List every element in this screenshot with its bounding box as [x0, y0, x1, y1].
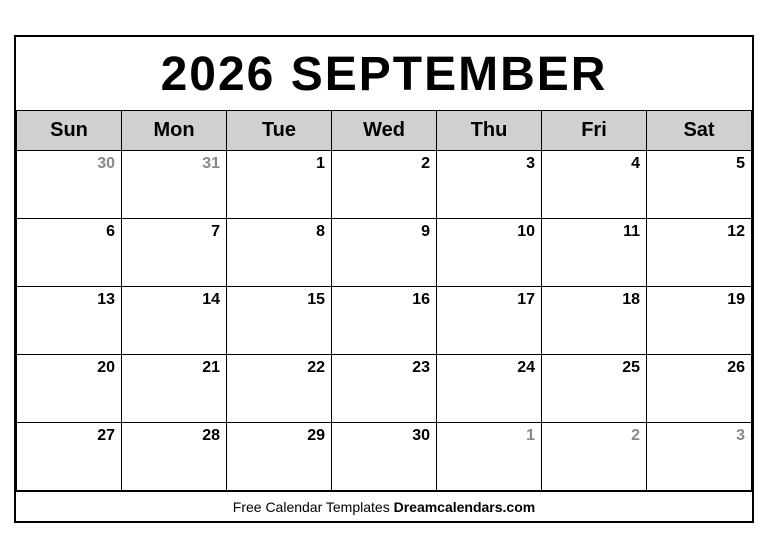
calendar-day-cell[interactable]: 19 — [647, 286, 752, 354]
calendar-day-cell[interactable]: 4 — [542, 150, 647, 218]
calendar-day-cell[interactable]: 28 — [122, 422, 227, 490]
calendar-day-cell[interactable]: 2 — [542, 422, 647, 490]
calendar-week-row-4: 20212223242526 — [17, 354, 752, 422]
calendar-day-cell[interactable]: 26 — [647, 354, 752, 422]
calendar-day-cell[interactable]: 10 — [437, 218, 542, 286]
calendar-day-cell[interactable]: 16 — [332, 286, 437, 354]
calendar-day-cell[interactable]: 3 — [647, 422, 752, 490]
calendar-week-row-2: 6789101112 — [17, 218, 752, 286]
calendar-day-cell[interactable]: 21 — [122, 354, 227, 422]
calendar-day-cell[interactable]: 15 — [227, 286, 332, 354]
footer-brand: Dreamcalendars.com — [394, 499, 536, 515]
calendar-day-cell[interactable]: 12 — [647, 218, 752, 286]
calendar-week-row-5: 27282930123 — [17, 422, 752, 490]
calendar-day-cell[interactable]: 8 — [227, 218, 332, 286]
weekday-header-sun: Sun — [17, 110, 122, 150]
weekday-header-wed: Wed — [332, 110, 437, 150]
calendar-day-cell[interactable]: 17 — [437, 286, 542, 354]
calendar-day-cell[interactable]: 6 — [17, 218, 122, 286]
footer-text: Free Calendar Templates — [233, 499, 394, 515]
calendar-day-cell[interactable]: 3 — [437, 150, 542, 218]
calendar-day-cell[interactable]: 29 — [227, 422, 332, 490]
calendar-day-cell[interactable]: 1 — [437, 422, 542, 490]
calendar-day-cell[interactable]: 27 — [17, 422, 122, 490]
calendar-day-cell[interactable]: 13 — [17, 286, 122, 354]
calendar-day-cell[interactable]: 2 — [332, 150, 437, 218]
calendar-day-cell[interactable]: 23 — [332, 354, 437, 422]
calendar-day-cell[interactable]: 18 — [542, 286, 647, 354]
calendar-title: 2026 SEPTEMBER — [16, 37, 752, 110]
weekday-header-row: SunMonTueWedThuFriSat — [17, 110, 752, 150]
calendar-day-cell[interactable]: 14 — [122, 286, 227, 354]
calendar-day-cell[interactable]: 24 — [437, 354, 542, 422]
calendar-week-row-1: 303112345 — [17, 150, 752, 218]
calendar-container: 2026 SEPTEMBER SunMonTueWedThuFriSat 303… — [14, 35, 754, 523]
calendar-footer: Free Calendar Templates Dreamcalendars.c… — [16, 491, 752, 521]
weekday-header-sat: Sat — [647, 110, 752, 150]
calendar-day-cell[interactable]: 7 — [122, 218, 227, 286]
calendar-day-cell[interactable]: 9 — [332, 218, 437, 286]
weekday-header-thu: Thu — [437, 110, 542, 150]
calendar-grid: SunMonTueWedThuFriSat 303112345678910111… — [16, 110, 752, 491]
calendar-day-cell[interactable]: 1 — [227, 150, 332, 218]
calendar-day-cell[interactable]: 30 — [17, 150, 122, 218]
calendar-day-cell[interactable]: 31 — [122, 150, 227, 218]
calendar-day-cell[interactable]: 11 — [542, 218, 647, 286]
calendar-day-cell[interactable]: 22 — [227, 354, 332, 422]
calendar-day-cell[interactable]: 20 — [17, 354, 122, 422]
calendar-day-cell[interactable]: 5 — [647, 150, 752, 218]
weekday-header-tue: Tue — [227, 110, 332, 150]
calendar-day-cell[interactable]: 25 — [542, 354, 647, 422]
calendar-week-row-3: 13141516171819 — [17, 286, 752, 354]
calendar-day-cell[interactable]: 30 — [332, 422, 437, 490]
weekday-header-fri: Fri — [542, 110, 647, 150]
weekday-header-mon: Mon — [122, 110, 227, 150]
